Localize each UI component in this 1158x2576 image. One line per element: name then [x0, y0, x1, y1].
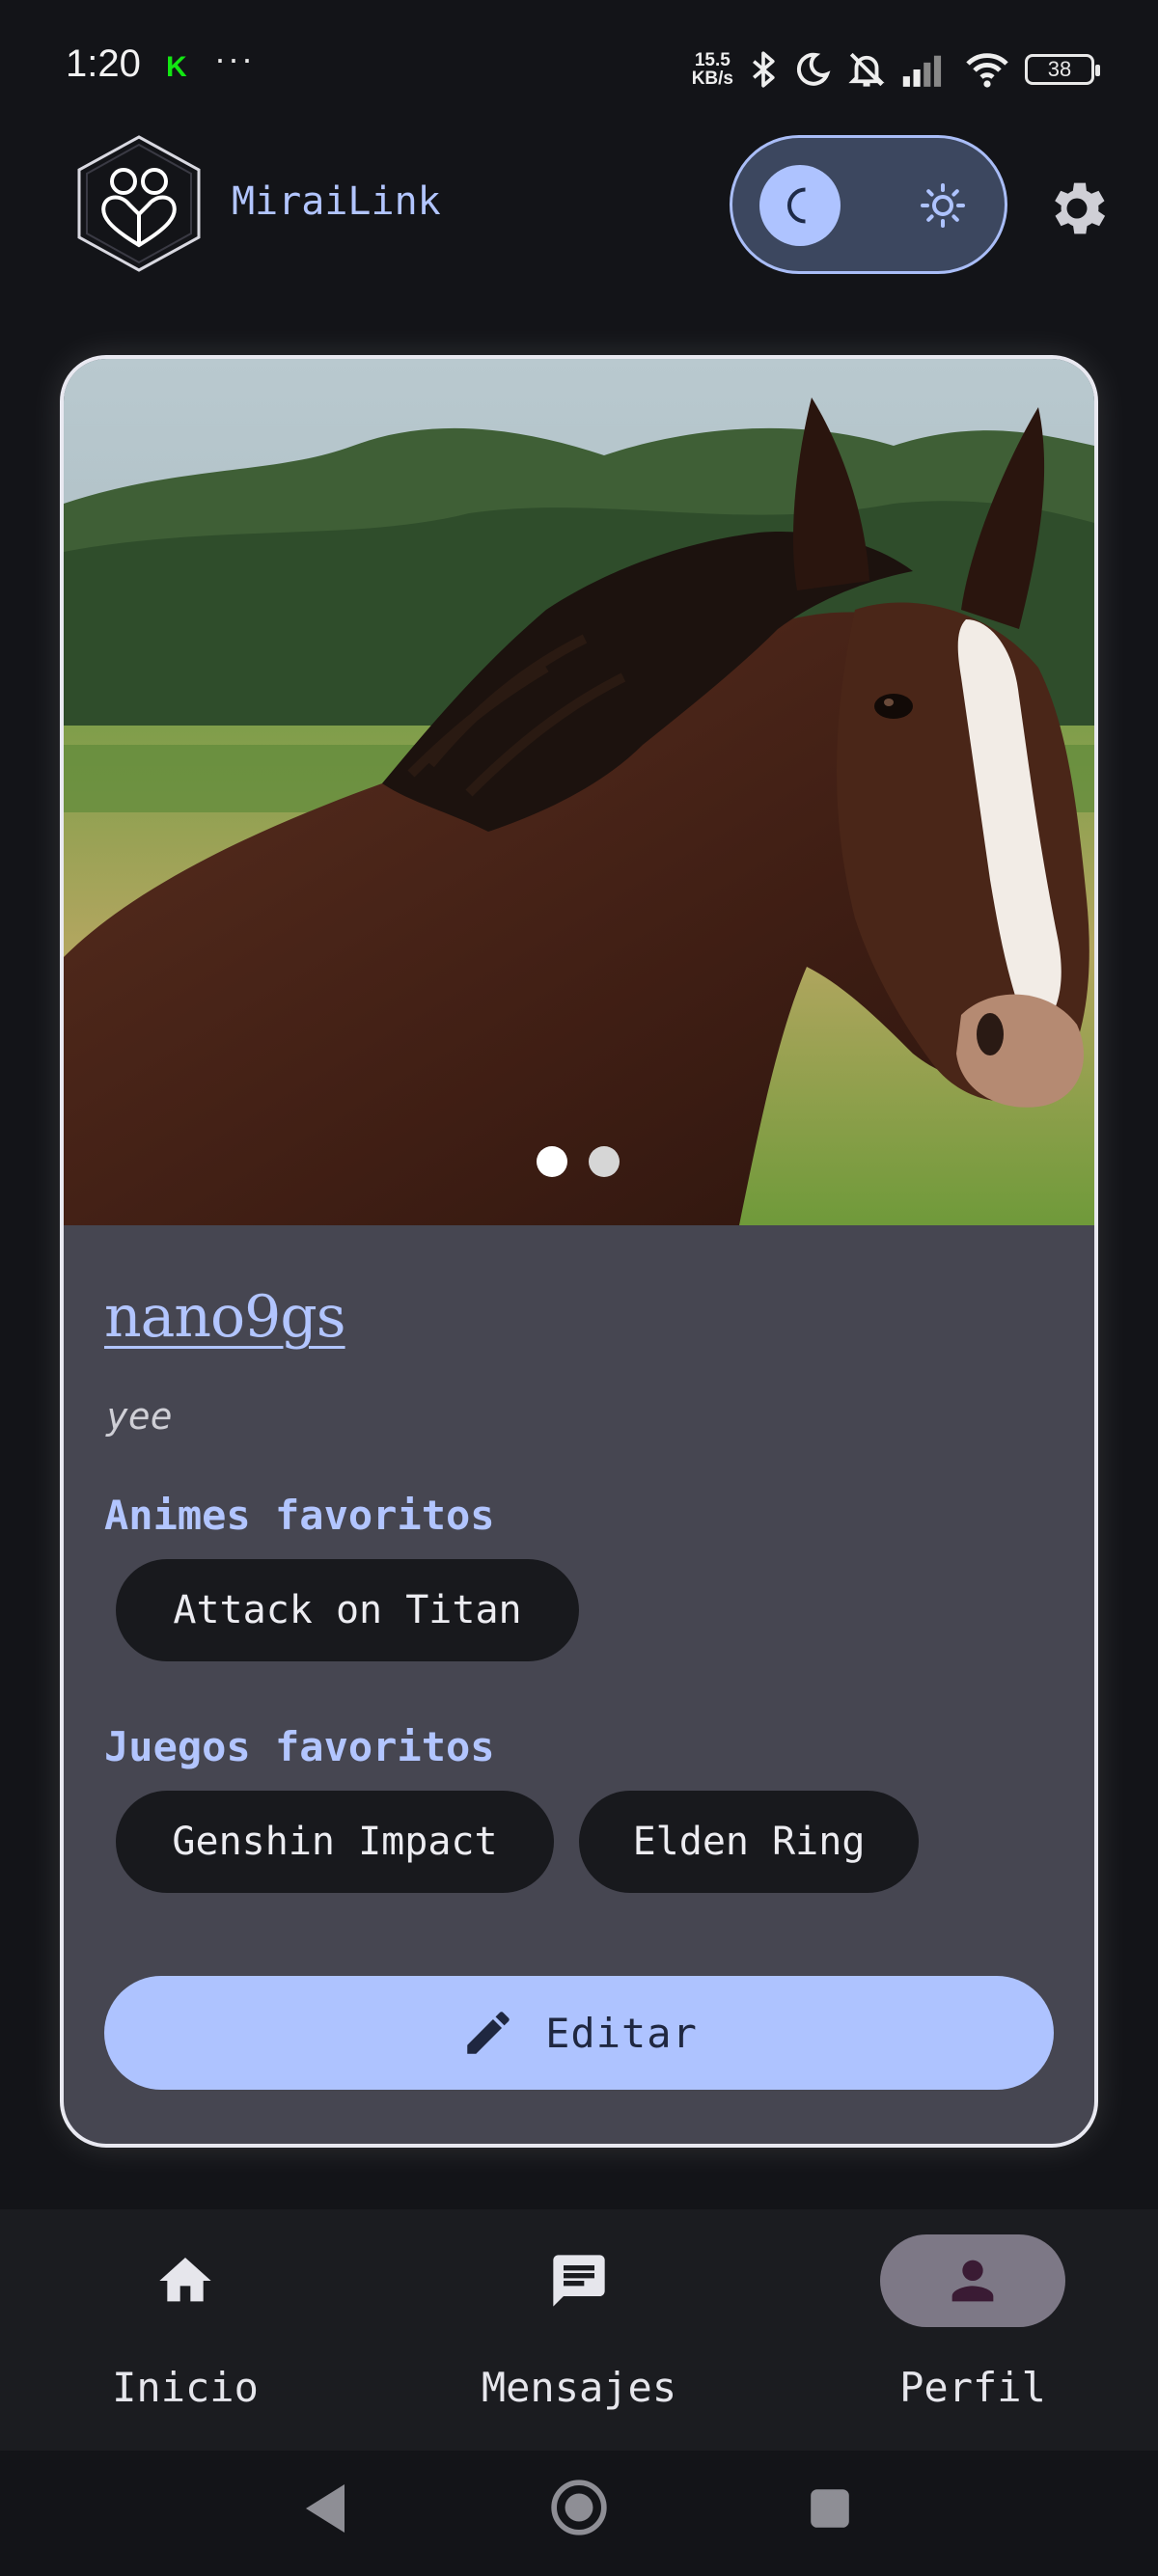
battery-indicator: 38 [1025, 54, 1100, 85]
wifi-icon [966, 53, 1008, 88]
recents-icon[interactable] [809, 2487, 851, 2530]
photo-page-indicator-2[interactable] [589, 1146, 620, 1177]
bottom-navigation: Inicio Mensajes Perfil [0, 2209, 1158, 2451]
moon-icon [786, 187, 806, 224]
pencil-icon [467, 2012, 510, 2054]
animes-section-label: Animes favoritos [104, 1492, 495, 1539]
home-button-icon[interactable] [549, 2478, 609, 2537]
light-theme-option[interactable] [902, 165, 983, 246]
status-icons: 15.5 KB/s 38 [692, 44, 1100, 95]
game-chip[interactable]: Elden Ring [579, 1791, 919, 1893]
signal-icon [902, 55, 942, 87]
photo-page-indicator-1[interactable] [537, 1146, 567, 1177]
anime-chip[interactable]: Attack on Titan [116, 1559, 579, 1661]
nav-label: Inicio [112, 2364, 259, 2411]
profile-username[interactable]: nano9gs [104, 1283, 346, 1351]
game-chip[interactable]: Genshin Impact [116, 1791, 554, 1893]
network-speed: 15.5 KB/s [692, 51, 733, 88]
sun-icon [921, 183, 965, 228]
theme-toggle[interactable] [730, 135, 1007, 274]
system-navigation-bar [0, 2451, 1158, 2576]
nav-icon-container [93, 2234, 278, 2327]
more-notifications-icon: ··· [214, 39, 255, 78]
dark-theme-option[interactable] [759, 165, 841, 246]
app-title: MiraiLink [232, 179, 441, 224]
person-icon [951, 2260, 994, 2302]
settings-gear-icon[interactable] [1042, 174, 1112, 243]
profile-photo[interactable] [64, 359, 1094, 1225]
do-not-disturb-moon-icon [796, 52, 831, 86]
games-section-label: Juegos favoritos [104, 1723, 495, 1770]
network-speed-value: 15.5 [694, 50, 731, 70]
nav-item-inicio[interactable]: Inicio [62, 2234, 293, 2427]
home-icon [159, 2258, 211, 2302]
notification-app-icon: K [166, 51, 187, 83]
edit-button-label: Editar [545, 2009, 698, 2057]
chat-icon [553, 2255, 605, 2307]
nav-item-perfil[interactable]: Perfil [849, 2234, 1081, 2427]
mirailink-logo-icon [77, 135, 201, 272]
nav-icon-container-selected [880, 2234, 1065, 2327]
back-icon[interactable] [301, 2481, 349, 2535]
profile-bio: yee [106, 1395, 173, 1438]
status-bar: 1:20 K ··· 15.5 KB/s 38 [0, 0, 1158, 135]
muted-bell-icon [848, 52, 885, 87]
bluetooth-icon [753, 51, 775, 88]
status-time: 1:20 [66, 42, 141, 85]
nav-item-mensajes[interactable]: Mensajes [455, 2234, 687, 2427]
nav-label: Perfil [899, 2364, 1046, 2411]
edit-profile-button[interactable]: Editar [104, 1976, 1054, 2090]
nav-label: Mensajes [481, 2364, 677, 2411]
network-speed-unit: KB/s [691, 69, 733, 89]
nav-icon-container [486, 2234, 672, 2327]
